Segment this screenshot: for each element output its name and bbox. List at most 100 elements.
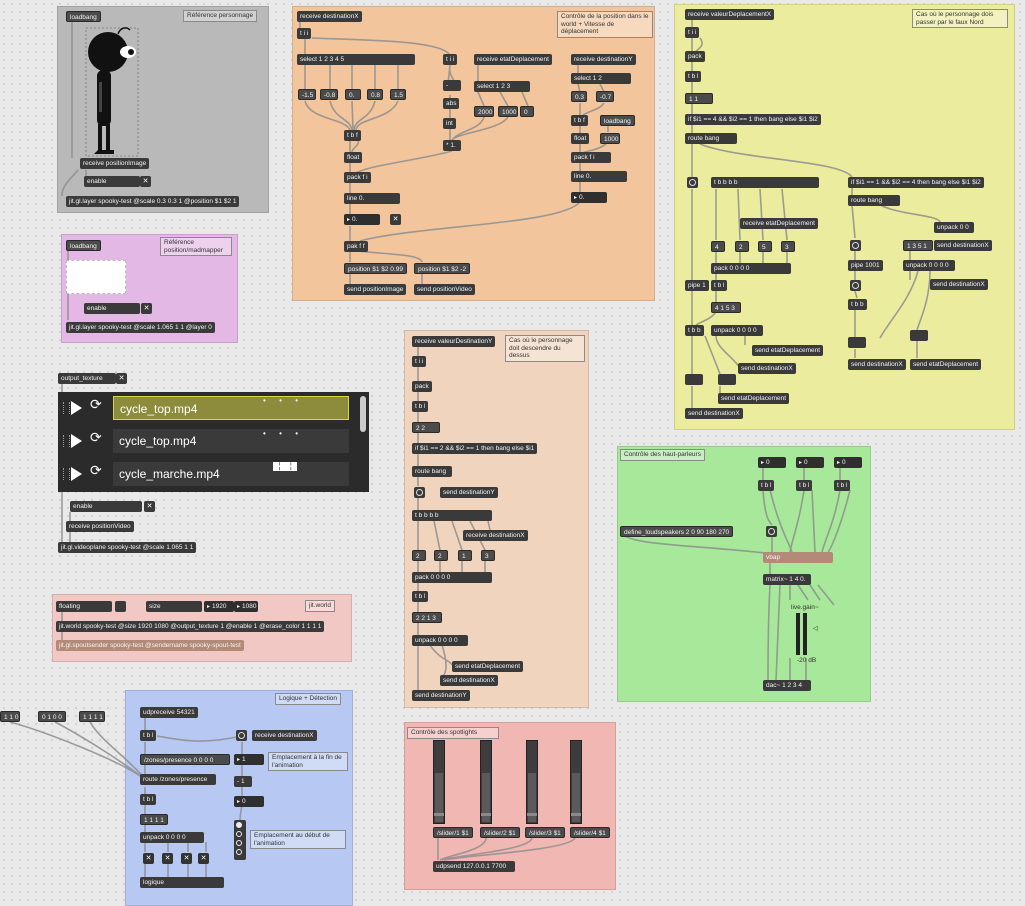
dessus-msg-22[interactable]: 2 2 [412,422,440,433]
select-123[interactable]: select 1 2 3 [474,81,530,92]
enable-videoplane[interactable]: enable [70,501,142,512]
select-12345[interactable]: select 1 2 3 4 5 [297,54,415,65]
nord-msg-5[interactable]: 5 [758,241,772,252]
det-unpack[interactable]: unpack 0 0 0 0 [140,832,204,843]
playlist-row-3[interactable]: ⟳ cycle_marche.mp4 ╎ ╎ [58,458,369,490]
playlist-item-1[interactable]: cycle_top.mp4 [113,396,349,420]
receive-destinationy[interactable]: receive destinationY [571,54,636,65]
playlist-item-3[interactable]: cycle_marche.mp4 [113,462,349,486]
size-height[interactable]: 1080 [234,601,258,612]
nord-msg-d[interactable] [910,330,928,341]
msg-slider-3[interactable]: /slider/3 $1 [525,827,565,838]
nord-if-2[interactable]: if $i1 == 1 && $i2 == 4 then bang else $… [848,177,984,188]
trigger-tbf-2[interactable]: t b f [571,115,588,126]
dessus-unpack[interactable]: unpack 0 0 0 0 [412,635,468,646]
dessus-send-x[interactable]: send destinationX [440,675,498,686]
nord-unpack-0000-2[interactable]: unpack 0 0 0 0 [903,260,955,271]
nord-send-x-2[interactable]: send destinationX [685,408,743,419]
play-icon[interactable] [71,434,82,448]
minus[interactable]: - [443,80,461,91]
select-12[interactable]: select 1 2 [571,73,631,84]
dessus-msg-2b[interactable]: 2 [434,550,448,561]
det-minus-1[interactable]: - 1 [234,776,252,787]
nord-msg-2[interactable]: 2 [735,241,749,252]
dessus-send-etat[interactable]: send etatDeplacement [452,661,524,672]
nord-tbl-2[interactable]: t b l [711,280,728,291]
nord-tbbbb[interactable]: t b b b b [711,177,819,188]
line-0[interactable]: line 0. [344,193,400,204]
msg-m1-5[interactable]: -1.5 [298,89,316,100]
floating-toggle[interactable] [115,601,126,612]
nord-tbl[interactable]: t b l [685,71,702,82]
play-icon[interactable] [71,467,82,481]
spotlight-slider-4[interactable] [570,740,582,824]
nord-tii[interactable]: t i i [685,27,700,38]
spotlight-slider-3[interactable] [526,740,538,824]
det-toggle-1[interactable]: ✕ [143,853,154,864]
nord-if-1[interactable]: if $i1 == 4 && $i2 == 1 then bang else $… [685,114,821,125]
playlist[interactable]: ⟳ cycle_top.mp4 • • • ⟳ cycle_top.mp4 • … [58,392,369,492]
msg-zones-presence[interactable]: /zones/presence 0 0 0 0 [140,754,230,765]
nord-send-x-5[interactable]: send destinationX [848,359,906,370]
nord-send-etat-2[interactable]: send etatDeplacement [718,393,790,404]
loadbang-controle[interactable]: loadbang [600,115,635,126]
msg-position-video[interactable]: position $1 $2 -2 [414,263,471,274]
playlist-row-1[interactable]: ⟳ cycle_top.mp4 • • • [58,392,369,424]
hp-number-1[interactable]: 0 [758,457,786,468]
nord-send-etat-1[interactable]: send etatDeplacement [752,345,824,356]
radio-group[interactable] [234,820,246,860]
nord-tbb-2[interactable]: t b b [848,299,867,310]
msg-0-8[interactable]: 0.8 [367,89,383,100]
gain-meter-left[interactable] [796,613,800,655]
msg-0100[interactable]: 0 1 0 0 [38,711,66,722]
trigger-tbf[interactable]: t b f [344,130,361,141]
loop-icon[interactable]: ⟳ [90,430,103,444]
msg-1000[interactable]: 1000 [498,106,518,117]
nord-msg-b[interactable] [718,374,736,385]
receive-valeurdestinationy[interactable]: receive valeurDestinationY [412,336,496,347]
det-number-0[interactable]: 0 [234,796,264,807]
nord-route-bang-2[interactable]: route bang [848,195,900,206]
dessus-pack[interactable]: pack [412,381,432,392]
nord-tbb[interactable]: t b b [685,325,704,336]
trigger-tii-2[interactable]: t i i [443,54,458,65]
dessus-tbl[interactable]: t b l [412,401,429,412]
gain-meter-right[interactable] [803,613,807,655]
msg-position-image[interactable]: position $1 $2 0.99 [344,263,407,274]
nord-unpack-0000[interactable]: unpack 0 0 0 0 [711,325,763,336]
hp-number-3[interactable]: 0 [834,457,862,468]
receive-positionvideo[interactable]: receive positionVideo [66,521,134,532]
playlist-scrollbar[interactable] [360,396,366,432]
nord-send-x-1[interactable]: send destinationX [738,363,796,374]
nord-pack[interactable]: pack [685,51,705,62]
nord-send-x-3[interactable]: send destinationX [934,240,992,251]
drag-handle-icon[interactable] [63,435,70,447]
dessus-tbl-2[interactable]: t b l [412,591,429,602]
int[interactable]: int [443,118,456,129]
logique[interactable]: logique [140,877,224,888]
msg-1-5[interactable]: 1.5 [390,89,406,100]
dessus-bang[interactable] [414,487,425,498]
route-zones-presence[interactable]: route /zones/presence [140,774,216,785]
det-toggle-4[interactable]: ✕ [198,853,209,864]
dessus-msg-1[interactable]: 1 [458,550,472,561]
dessus-route-bang[interactable]: route bang [412,466,452,477]
dac[interactable]: dac~ 1 2 3 4 [763,680,811,691]
det-tbl-2[interactable]: t b l [140,794,157,805]
udpreceive[interactable]: udpreceive 54321 [140,707,198,718]
hp-tbl-1[interactable]: t b l [758,480,774,491]
dessus-pack-0000[interactable]: pack 0 0 0 0 [412,572,492,583]
drag-handle-icon[interactable] [63,468,70,480]
drag-handle-icon[interactable] [63,402,70,414]
abs[interactable]: abs [443,98,460,109]
det-toggle-3[interactable]: ✕ [181,853,192,864]
nord-receive-etat[interactable]: receive etatDeplacement [740,218,818,229]
floating-label[interactable]: floating [56,601,112,612]
float[interactable]: float [344,152,363,163]
udpsend[interactable]: udpsend 127.0.0.1 7700 [433,861,515,872]
enable-toggle-videoplane[interactable]: ✕ [144,501,155,512]
msg-m0-7[interactable]: -0.7 [596,91,614,102]
enable-toggle-madmapper[interactable]: ✕ [141,303,152,314]
nord-unpack-00[interactable]: unpack 0 0 [934,222,974,233]
enable-madmapper[interactable]: enable [84,303,140,314]
